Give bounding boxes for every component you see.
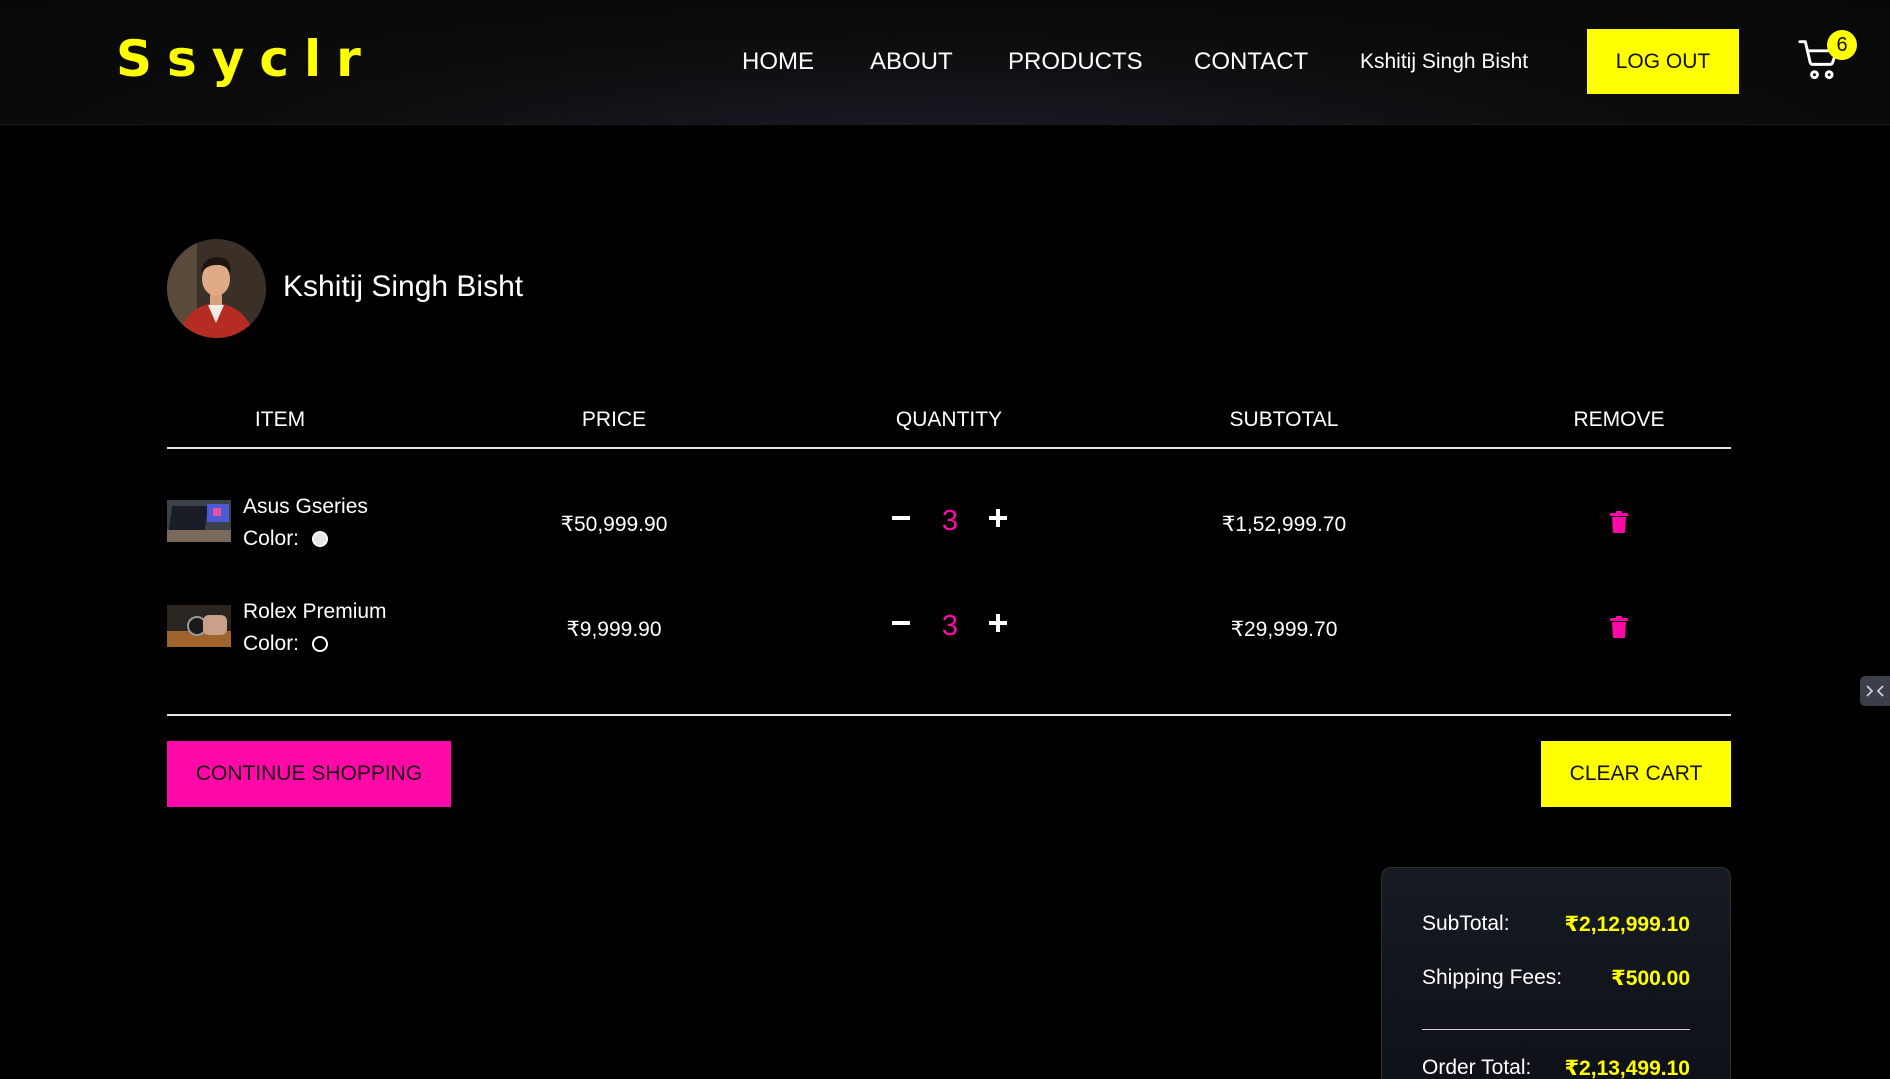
clear-cart-button[interactable]: CLEAR CART [1541, 741, 1731, 807]
subtotal-value: ₹2,12,999.10 [1564, 913, 1690, 936]
product-thumbnail[interactable] [167, 500, 231, 542]
profile-name: Kshitij Singh Bisht [283, 270, 524, 303]
summary-divider [1422, 1029, 1690, 1030]
trash-icon[interactable] [1610, 616, 1628, 638]
quantity-value: 3 [941, 505, 959, 537]
color-swatch [312, 636, 328, 652]
table-footer-divider [167, 714, 1731, 716]
item-name: Rolex Premium [243, 600, 387, 623]
continue-shopping-button[interactable]: CONTINUE SHOPPING [167, 741, 451, 807]
header-user-name: Kshitij Singh Bisht [1360, 50, 1529, 73]
table-header-divider [167, 447, 1731, 449]
product-thumbnail[interactable] [167, 605, 231, 647]
side-panel-toggle[interactable] [1860, 676, 1890, 706]
minus-icon [892, 516, 910, 520]
plus-icon [989, 614, 1007, 632]
plus-icon [989, 509, 1007, 527]
quantity-value: 3 [941, 610, 959, 642]
table-row: Asus Gseries Color: ₹50,999.90 3 ₹1,52,9… [0, 480, 1890, 570]
cart-button[interactable]: 6 [1798, 30, 1858, 84]
avatar [167, 239, 266, 338]
item-price: ₹50,999.90 [560, 513, 668, 536]
nav-about[interactable]: ABOUT [870, 48, 953, 76]
order-total-label: Order Total: [1422, 1056, 1532, 1079]
column-header-subtotal: SUBTOTAL [1229, 408, 1339, 431]
column-header-price: PRICE [581, 408, 647, 431]
column-header-quantity: QUANTITY [895, 408, 1003, 431]
subtotal-label: SubTotal: [1422, 912, 1510, 935]
item-color-label: Color: [243, 527, 300, 550]
shipping-value: ₹500.00 [1611, 967, 1690, 990]
item-price: ₹9,999.90 [566, 618, 662, 641]
trash-icon[interactable] [1610, 511, 1628, 533]
column-header-remove: REMOVE [1573, 408, 1665, 431]
order-summary: SubTotal: ₹2,12,999.10 Shipping Fees: ₹5… [1381, 867, 1731, 1079]
order-total-value: ₹2,13,499.10 [1564, 1057, 1690, 1079]
item-name: Asus Gseries [243, 495, 368, 518]
logout-button[interactable]: LOG OUT [1587, 29, 1739, 94]
site-header: Ssyclr HOME ABOUT PRODUCTS CONTACT Kshit… [0, 0, 1890, 125]
cart-count-badge: 6 [1827, 30, 1857, 60]
increase-quantity-button[interactable] [984, 609, 1012, 637]
nav-contact[interactable]: CONTACT [1194, 48, 1308, 76]
collapse-arrows-icon [1866, 685, 1884, 697]
shipping-label: Shipping Fees: [1422, 966, 1563, 989]
decrease-quantity-button[interactable] [887, 609, 915, 637]
nav-products[interactable]: PRODUCTS [1008, 48, 1143, 76]
item-color-label: Color: [243, 632, 300, 655]
table-row: Rolex Premium Color: ₹9,999.90 3 ₹29,999… [0, 585, 1890, 675]
color-swatch [312, 531, 328, 547]
minus-icon [892, 621, 910, 625]
decrease-quantity-button[interactable] [887, 504, 915, 532]
item-subtotal: ₹1,52,999.70 [1221, 513, 1347, 536]
item-subtotal: ₹29,999.70 [1230, 618, 1338, 641]
nav-home[interactable]: HOME [742, 48, 814, 76]
increase-quantity-button[interactable] [984, 504, 1012, 532]
column-header-item: ITEM [254, 408, 306, 431]
